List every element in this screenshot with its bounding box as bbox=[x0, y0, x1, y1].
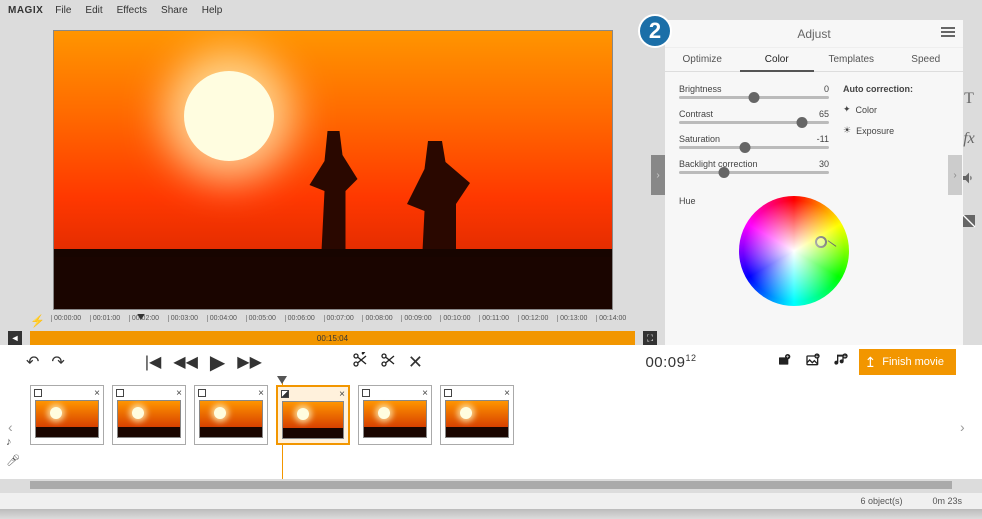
play-button[interactable]: ▶ bbox=[210, 350, 225, 375]
svg-text:✓: ✓ bbox=[361, 352, 366, 357]
volume-tool-icon[interactable] bbox=[961, 170, 977, 191]
scrub-start-icon[interactable]: ◄ bbox=[8, 331, 22, 345]
split-keep-button[interactable]: ✓ bbox=[352, 352, 368, 373]
close-icon[interactable]: × bbox=[422, 388, 428, 399]
hue-wheel[interactable] bbox=[739, 196, 849, 306]
clip-select-box[interactable] bbox=[362, 389, 370, 397]
close-icon[interactable]: × bbox=[176, 388, 182, 399]
add-image-button[interactable]: + bbox=[805, 352, 821, 373]
delete-button[interactable]: ✕ bbox=[408, 352, 423, 373]
add-video-button[interactable]: + bbox=[777, 352, 793, 373]
panel-collapse-right-icon[interactable]: › bbox=[948, 155, 962, 195]
close-icon[interactable]: × bbox=[94, 388, 100, 399]
sun-icon: ☀ bbox=[843, 125, 851, 136]
close-icon[interactable]: × bbox=[339, 389, 345, 400]
toolbar: ↶ ↷ |◀ ◀◀ ▶ ▶▶ ✓ ✕ 00:0912 + bbox=[0, 345, 982, 379]
clip-6[interactable]: × bbox=[440, 385, 514, 445]
clip-select-box[interactable] bbox=[198, 389, 206, 397]
close-icon[interactable]: × bbox=[504, 388, 510, 399]
horizontal-scrollbar[interactable] bbox=[0, 479, 982, 493]
voice-track-icon[interactable]: 🎤︎ bbox=[6, 454, 20, 467]
status-duration: 0m 23s bbox=[932, 496, 962, 506]
split-button[interactable] bbox=[380, 352, 396, 373]
sparkle-icon: ✦ bbox=[843, 104, 851, 115]
backlight-thumb[interactable] bbox=[719, 167, 730, 178]
effects-tool-icon[interactable]: fx bbox=[963, 130, 975, 148]
svg-text:+: + bbox=[815, 354, 818, 360]
statusbar: 6 object(s) 0m 23s bbox=[0, 493, 982, 509]
menu-help[interactable]: Help bbox=[202, 5, 223, 16]
slider-brightness[interactable]: Brightness0 bbox=[679, 84, 829, 99]
crop-tool-icon[interactable] bbox=[961, 213, 977, 234]
finish-movie-button[interactable]: ↥ Finish movie bbox=[859, 349, 956, 375]
tab-speed[interactable]: Speed bbox=[889, 48, 964, 72]
text-tool-icon[interactable]: T bbox=[964, 90, 974, 108]
forward-button[interactable]: ▶▶ bbox=[237, 352, 262, 372]
add-audio-button[interactable]: + bbox=[833, 352, 849, 373]
tab-color[interactable]: Color bbox=[740, 48, 815, 72]
bolt-icon[interactable]: ⚡ bbox=[30, 314, 45, 328]
audio-track-icon[interactable]: ♪ bbox=[6, 436, 20, 448]
step-callout: 2 bbox=[638, 14, 672, 48]
clip-2[interactable]: × bbox=[112, 385, 186, 445]
timeline-scroll-right[interactable]: › bbox=[960, 419, 974, 435]
clip-1[interactable]: × bbox=[30, 385, 104, 445]
menubar: MAGIX File Edit Effects Share Help bbox=[0, 0, 982, 20]
undo-button[interactable]: ↶ bbox=[26, 352, 39, 372]
panel-title: Adjust bbox=[797, 27, 830, 41]
menu-edit[interactable]: Edit bbox=[85, 5, 102, 16]
panel-menu-icon[interactable] bbox=[941, 27, 955, 39]
ruler-playhead[interactable] bbox=[136, 314, 146, 320]
slider-saturation[interactable]: Saturation-11 bbox=[679, 134, 829, 149]
adjust-panel: Adjust Optimize Color Templates Speed Br… bbox=[665, 20, 963, 345]
tab-optimize[interactable]: Optimize bbox=[665, 48, 740, 72]
tab-templates[interactable]: Templates bbox=[814, 48, 889, 72]
svg-text:+: + bbox=[843, 354, 846, 360]
timeline-scroll-left[interactable]: ‹ bbox=[8, 419, 22, 435]
close-icon[interactable]: × bbox=[258, 388, 264, 399]
preview-scrubber[interactable]: ◄ 00:15:04 ⛶ bbox=[30, 331, 635, 345]
scrub-duration: 00:15:04 bbox=[317, 334, 348, 343]
auto-exposure-button[interactable]: ☀Exposure bbox=[843, 125, 939, 136]
menu-effects[interactable]: Effects bbox=[117, 5, 147, 16]
preview-video[interactable] bbox=[53, 30, 613, 310]
clip-select-box[interactable] bbox=[116, 389, 124, 397]
slider-backlight[interactable]: Backlight correction30 bbox=[679, 159, 829, 174]
timecode-display: 00:0912 bbox=[645, 353, 696, 371]
clip-4[interactable]: × bbox=[276, 385, 350, 445]
fullscreen-icon[interactable]: ⛶ bbox=[643, 331, 657, 345]
saturation-thumb[interactable] bbox=[740, 142, 751, 153]
menu-share[interactable]: Share bbox=[161, 5, 188, 16]
status-objects: 6 object(s) bbox=[860, 496, 902, 506]
auto-correction-title: Auto correction: bbox=[843, 84, 939, 94]
clip-3[interactable]: × bbox=[194, 385, 268, 445]
hue-label: Hue bbox=[679, 196, 719, 306]
menu-file[interactable]: File bbox=[55, 5, 71, 16]
to-start-button[interactable]: |◀ bbox=[145, 352, 161, 372]
preview-area bbox=[0, 20, 665, 311]
clip-5[interactable]: × bbox=[358, 385, 432, 445]
svg-text:+: + bbox=[786, 354, 789, 360]
slider-contrast[interactable]: Contrast65 bbox=[679, 109, 829, 124]
timeline: ‹ › × × × × × × ♪ 🎤︎ bbox=[0, 379, 982, 479]
auto-color-button[interactable]: ✦Color bbox=[843, 104, 939, 115]
preview-ruler[interactable]: 00:00:00 00:01:00 00:02:00 00:03:00 00:0… bbox=[51, 314, 635, 328]
rewind-button[interactable]: ◀◀ bbox=[173, 352, 198, 372]
contrast-thumb[interactable] bbox=[797, 117, 808, 128]
clip-select-box[interactable] bbox=[444, 389, 452, 397]
clip-select-box[interactable] bbox=[281, 390, 289, 398]
redo-button[interactable]: ↷ bbox=[51, 352, 64, 372]
hue-picker[interactable] bbox=[815, 236, 827, 248]
clip-select-box[interactable] bbox=[34, 389, 42, 397]
app-logo: MAGIX bbox=[8, 5, 43, 16]
brightness-thumb[interactable] bbox=[749, 92, 760, 103]
upload-arrow-icon: ↥ bbox=[865, 354, 877, 371]
panel-collapse-left-icon[interactable]: › bbox=[651, 155, 665, 195]
